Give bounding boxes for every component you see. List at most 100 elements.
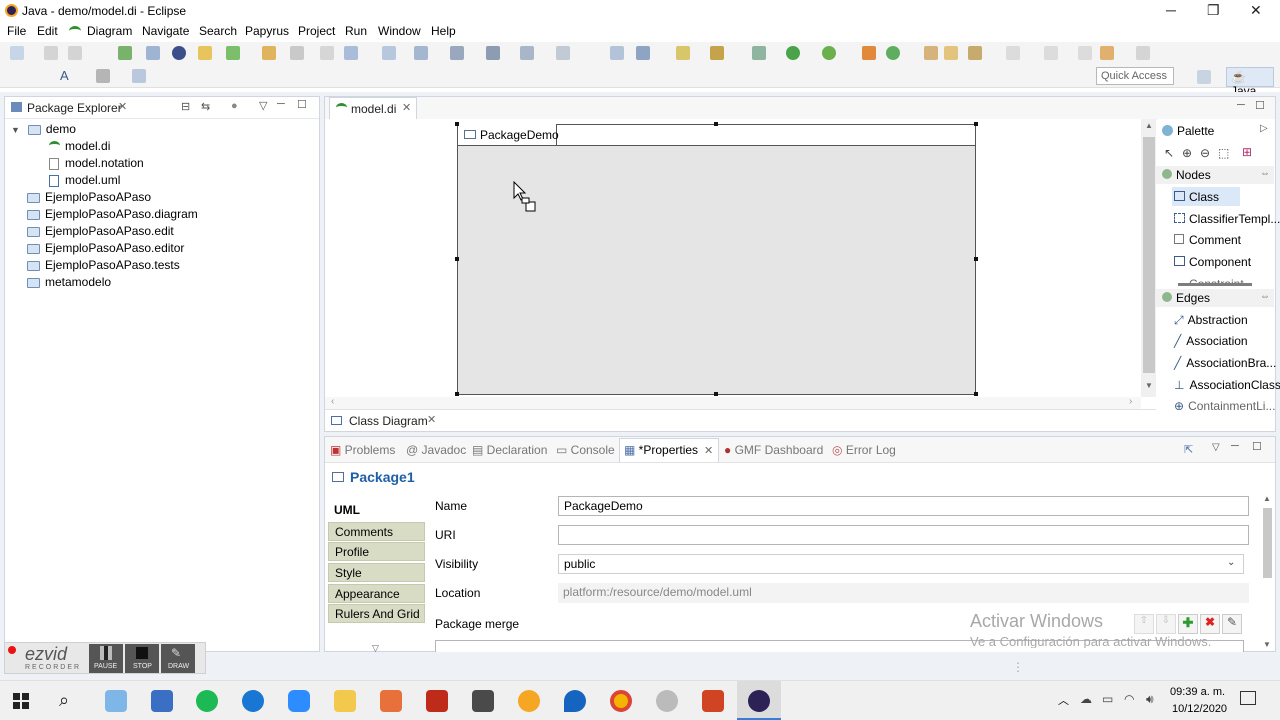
scroll-down-icon[interactable]: ▼ (1263, 640, 1271, 649)
windows-start-icon[interactable] (13, 693, 29, 709)
palette-node-class[interactable]: Class (1174, 190, 1219, 204)
pin-icon[interactable]: ⇔ (1260, 291, 1270, 302)
close-tab-icon[interactable]: ✕ (402, 101, 411, 114)
edit-icon[interactable]: ✎ (1222, 614, 1242, 634)
next-annotation-icon[interactable] (1044, 46, 1058, 60)
run-icon[interactable] (786, 46, 800, 60)
tab-error-log[interactable]: ◎ Error Log (832, 443, 896, 457)
eclipse-icon[interactable] (748, 690, 770, 712)
resize-handle[interactable] (455, 257, 459, 261)
refresh-icon[interactable] (226, 46, 240, 60)
restore-button[interactable]: ❐ (1207, 2, 1220, 19)
settings-icon[interactable] (752, 46, 766, 60)
file-explorer-icon[interactable] (334, 690, 356, 712)
maximize-editor-icon[interactable]: ☐ (1255, 99, 1265, 112)
scroll-up-icon[interactable]: ▲ (1263, 494, 1271, 503)
maps-icon[interactable] (564, 690, 586, 712)
taskbar-app-icon[interactable] (105, 690, 127, 712)
notifications-icon[interactable] (1240, 691, 1256, 705)
menu-file[interactable]: File (7, 24, 26, 38)
filter-icon[interactable] (486, 46, 500, 60)
powerpoint-icon[interactable] (702, 690, 724, 712)
zoom-in-icon[interactable]: ⊕ (1182, 146, 1192, 160)
chrome-icon[interactable] (610, 690, 632, 712)
layout-icon[interactable] (636, 46, 650, 60)
fill-color-icon[interactable] (96, 69, 110, 83)
back-icon[interactable] (1100, 46, 1114, 60)
move-down-icon[interactable]: ⇩ (1156, 614, 1176, 634)
section-tab-comments[interactable]: Comments (328, 522, 425, 541)
resize-handle[interactable] (974, 257, 978, 261)
zoom-out-icon[interactable]: ⊖ (1200, 146, 1210, 160)
tool-icon[interactable]: ⊞ (1242, 145, 1252, 159)
select-tool-icon[interactable]: ↖ (1164, 146, 1174, 160)
palette-nodes-drawer[interactable]: Nodes ⇔ (1156, 166, 1274, 184)
menu-search[interactable]: Search (199, 24, 237, 38)
group-icon[interactable] (414, 46, 428, 60)
save-icon[interactable] (44, 46, 58, 60)
pin-view-icon[interactable]: ⇱ (1184, 443, 1193, 456)
scroll-up-icon[interactable]: ▲ (1145, 121, 1153, 130)
menu-project[interactable]: Project (298, 24, 335, 38)
palette-scroll-indicator[interactable] (1178, 283, 1252, 286)
section-tab-profile[interactable]: Profile (328, 542, 425, 561)
menu-papyrus[interactable]: Papyrus (245, 24, 289, 38)
new-class-icon[interactable] (862, 46, 876, 60)
clock-time[interactable]: 09:39 a. m. (1170, 686, 1225, 698)
section-tab-appearance[interactable]: Appearance (328, 584, 425, 603)
marquee-icon[interactable]: ⬚ (1218, 146, 1229, 160)
tree-item-ejemplopasoapaso-tests[interactable]: EjemploPasoAPaso.tests (27, 258, 180, 274)
distribute-icon[interactable] (520, 46, 534, 60)
pin-icon[interactable]: ⇔ (1260, 168, 1270, 179)
size-icon[interactable] (556, 46, 570, 60)
external-tools-icon[interactable] (822, 46, 836, 60)
close-button[interactable]: ✕ (1250, 2, 1262, 19)
class-diagram-tab[interactable]: Class Diagram (349, 414, 428, 428)
open-folder-icon[interactable] (944, 46, 958, 60)
palette-edge-association-class[interactable]: ⊥ AssociationClass (1174, 378, 1280, 392)
collapse-all-icon[interactable]: ⊟ (181, 100, 190, 113)
resize-handle[interactable] (714, 122, 718, 126)
minimize-view-icon[interactable]: ─ (1231, 440, 1239, 452)
tree-item-demo[interactable]: ▼ demo (11, 122, 76, 138)
close-view-icon[interactable]: ✕ (118, 100, 127, 113)
uri-field[interactable] (558, 525, 1249, 545)
section-tab-style[interactable]: Style (328, 563, 425, 582)
menu-diagram[interactable]: Diagram (87, 24, 132, 38)
sublime-icon[interactable] (380, 690, 402, 712)
tree-item-ejemplopasoapaso-edit[interactable]: EjemploPasoAPaso.edit (27, 224, 174, 240)
new-package-icon[interactable] (886, 46, 900, 60)
palette-node-classifier-template[interactable]: ClassifierTempl... (1174, 212, 1280, 226)
remove-icon[interactable]: ✖ (1200, 614, 1220, 634)
tab-properties[interactable]: ▦ *Properties ✕ (624, 443, 713, 457)
name-field[interactable]: PackageDemo (558, 496, 1249, 516)
app-icon[interactable] (656, 690, 678, 712)
zoom-icon[interactable] (610, 46, 624, 60)
resize-handle[interactable] (714, 392, 718, 396)
scrollbar-thumb[interactable] (1263, 508, 1272, 578)
horizontal-scrollbar[interactable]: ‹ › (325, 396, 1141, 409)
resize-handle[interactable] (455, 122, 459, 126)
zoom-app-icon[interactable] (288, 690, 310, 712)
debug-icon[interactable] (146, 46, 160, 60)
tab-problems[interactable]: ▣ Problems (330, 443, 395, 457)
menu-edit[interactable]: Edit (37, 24, 58, 38)
menu-navigate[interactable]: Navigate (142, 24, 189, 38)
tab-javadoc[interactable]: @ Javadoc (406, 443, 466, 457)
last-edit-icon[interactable] (1078, 46, 1092, 60)
close-diagram-tab-icon[interactable]: ✕ (427, 413, 436, 426)
forward-icon[interactable] (1136, 46, 1150, 60)
package-name-tab[interactable]: PackageDemo (457, 124, 559, 146)
tree-item-model-uml[interactable]: model.uml (49, 173, 120, 189)
scroll-down-icon[interactable]: ▼ (1145, 381, 1153, 390)
maximize-view-icon[interactable]: ☐ (297, 98, 307, 111)
save-all-icon[interactable] (68, 46, 82, 60)
volume-icon[interactable]: 🔊︎ (1146, 692, 1154, 707)
section-tab-uml[interactable]: UML (328, 500, 425, 520)
scroll-right-icon[interactable]: › (1129, 396, 1132, 407)
font-color-icon[interactable]: A (60, 68, 69, 83)
quick-access-input[interactable]: Quick Access (1096, 67, 1174, 85)
view-menu-icon[interactable]: ▽ (259, 99, 267, 112)
globe-icon[interactable] (172, 46, 186, 60)
package-explorer-title[interactable]: Package Explorer (27, 101, 122, 115)
